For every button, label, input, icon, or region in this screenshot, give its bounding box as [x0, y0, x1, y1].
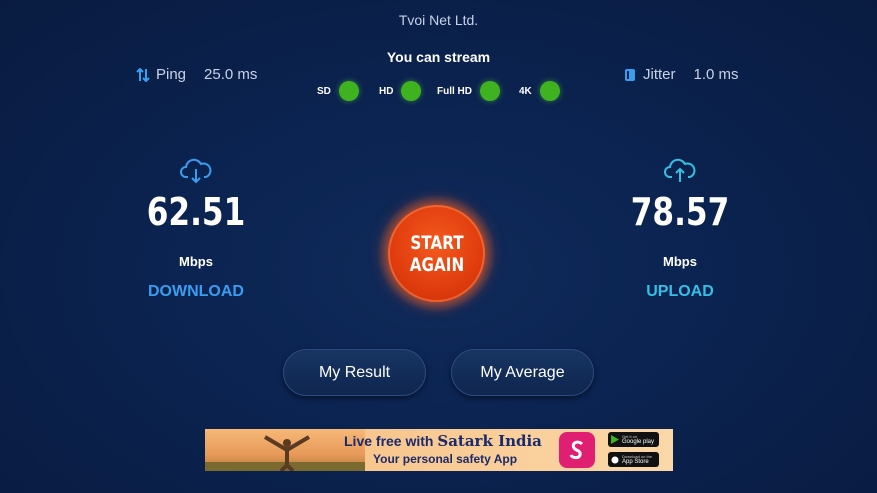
ad-banner[interactable]: Live free with Satark India Your persona… [205, 429, 673, 471]
start-again-line2: AGAIN [409, 253, 464, 276]
download-label: DOWNLOAD [148, 283, 244, 300]
upload-metric: 78.57 Mbps UPLOAD [610, 158, 750, 301]
quality-label: 4K [519, 85, 532, 97]
quality-label: HD [379, 85, 394, 97]
google-play-icon [611, 435, 619, 444]
quality-sd: SD [317, 81, 359, 101]
my-result-button[interactable]: My Result [283, 349, 426, 396]
quality-label: SD [317, 85, 331, 97]
cloud-download-icon [126, 158, 266, 184]
ping-icon [136, 67, 150, 82]
apple-icon [611, 456, 619, 464]
google-play-badge[interactable]: Get it on Google play [608, 432, 659, 447]
status-ok-indicator [338, 81, 359, 101]
person-silhouette-icon [263, 435, 311, 471]
ad-brand: Satark India [437, 432, 542, 450]
ad-headline-text: Live free with [344, 433, 434, 449]
jitter-label: Jitter [643, 66, 676, 83]
quality-hd: HD [379, 81, 422, 101]
upload-label: UPLOAD [646, 283, 714, 300]
app-store-badge[interactable]: Download on the App Store [608, 452, 659, 467]
google-play-text: Google play [622, 438, 655, 445]
ping-value: 25.0 ms [204, 66, 258, 83]
ad-subline: Your personal safety App [373, 452, 518, 466]
start-again-line1: START [409, 231, 464, 254]
download-unit: Mbps [179, 254, 213, 269]
isp-name: Tvoi Net Ltd. [398, 12, 479, 28]
upload-unit: Mbps [663, 254, 697, 269]
jitter-stat: Jitter 1.0 ms [623, 66, 739, 83]
ping-stat: Ping 25.0 ms [136, 66, 257, 83]
quality-4k: 4K [519, 81, 560, 101]
download-value: 62.51 [146, 190, 246, 234]
stream-title: You can stream [386, 49, 491, 65]
satark-app-icon [559, 432, 595, 468]
status-ok-indicator [480, 81, 500, 101]
app-store-text: App Store [622, 458, 649, 465]
quality-label: Full HD [437, 85, 472, 97]
my-average-button[interactable]: My Average [451, 349, 594, 396]
jitter-icon [625, 68, 635, 81]
ad-headline: Live free with Satark India [344, 432, 542, 450]
download-metric: 62.51 Mbps DOWNLOAD [126, 158, 266, 301]
jitter-value: 1.0 ms [693, 66, 739, 83]
start-again-button[interactable]: START AGAIN [388, 205, 485, 302]
cloud-upload-icon [610, 158, 750, 184]
ping-label: Ping [156, 66, 187, 83]
upload-value: 78.57 [630, 190, 730, 234]
quality-full-hd: Full HD [437, 81, 500, 101]
status-ok-indicator [539, 81, 560, 101]
status-ok-indicator [401, 81, 422, 101]
app-store-small: Download on the [622, 453, 653, 459]
